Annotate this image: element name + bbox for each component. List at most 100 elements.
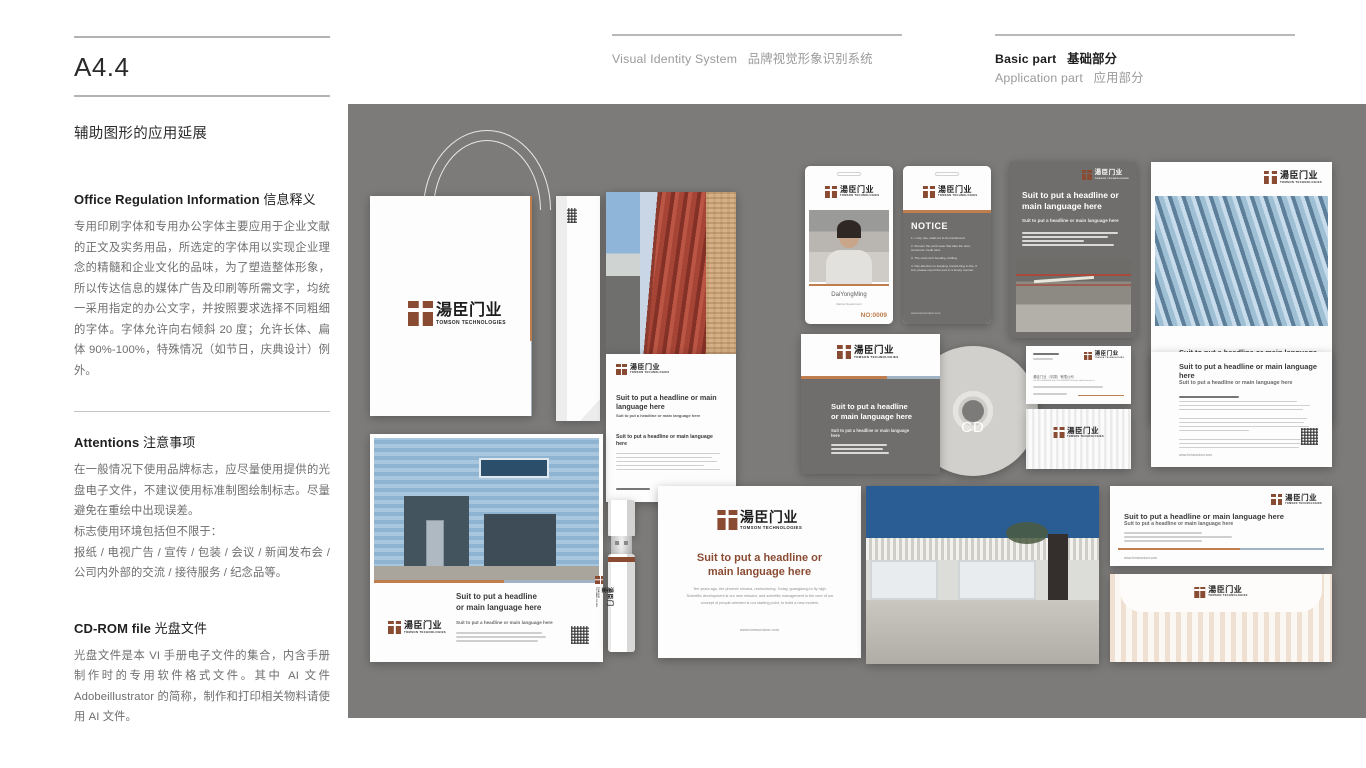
usb-logo: 湯臣门业 TOMSON TECHNOLOGIES xyxy=(595,576,612,607)
logo-mark-icon xyxy=(716,510,737,530)
cd-sleeve: 湯臣门业 TOMSON TECHNOLOGIES Suit to put a h… xyxy=(801,334,940,474)
badge-photo-hair xyxy=(837,220,861,238)
brochure-blue-headline: Suit to put a headline or main language … xyxy=(456,592,542,612)
envelope: 湯臣门业 TOMSON TECHNOLOGIES xyxy=(1110,574,1332,662)
brochure-center-headline-2: main language here xyxy=(707,566,812,578)
nav-group-parts: Basic part 基础部分 Application part 应用部分 xyxy=(995,34,1295,87)
badge-photo-body xyxy=(826,250,872,284)
poster-text-subhead: Suit to put a headline or main language … xyxy=(1179,380,1293,386)
badge-notice-item: 4. Pay attention to keeping, transferrin… xyxy=(911,263,977,273)
block-body-office-text: 专用印刷字体和专用办公字体主要应用于企业文献的正文及实务用品，所选定的字体用以实… xyxy=(74,221,330,377)
narrow-folder-fold xyxy=(556,196,567,421)
id-badge-front: 湯臣门业 TOMSON TECHNOLOGIES DaiYongMing Mar… xyxy=(805,166,893,324)
badge-back-logo: 湯臣门业 TOMSON TECHNOLOGIES xyxy=(923,186,977,198)
brochure-photo-blue-wall xyxy=(374,438,599,580)
envelope-logo: 湯臣门业 TOMSON TECHNOLOGIES xyxy=(1194,586,1247,598)
logo-mark-icon xyxy=(1271,494,1283,505)
letterhead-headline: Suit to put a headline or main language … xyxy=(1124,512,1284,521)
badge-notice-title: NOTICE xyxy=(911,221,949,231)
brochure-blue-wall: 湯臣门业 TOMSON TECHNOLOGIES Suit to put a h… xyxy=(370,434,603,662)
poster-glass-text-panel: Suit to put a headline or main language … xyxy=(1151,352,1332,467)
shopping-bag: 湯臣门业 TOMSON TECHNOLOGIES xyxy=(370,196,532,416)
brochure-blue-accent xyxy=(374,580,504,583)
badge-front-slot xyxy=(837,172,861,176)
logo-name-cn: 湯臣门业 xyxy=(739,509,798,526)
badge-notice-item: 1. I only use, shall not to be transferr… xyxy=(911,236,966,240)
nav-application-part[interactable]: Application part 应用部分 xyxy=(995,68,1144,86)
sidebar-rule-top xyxy=(74,36,330,38)
wall-door-small xyxy=(426,520,444,568)
bag-accent-stripe-blue xyxy=(530,341,532,416)
logo-name-cn: 湯臣门业 xyxy=(1067,426,1100,436)
id-badge-back: 湯臣门业 TOMSON TECHNOLOGIES NOTICE 1. I onl… xyxy=(903,166,991,324)
usb-cap xyxy=(608,500,635,536)
vi-manual-page: Visual Identity System 品牌视觉形象识别系统 Basic … xyxy=(0,0,1366,768)
usb-flash-drive: 湯臣门业 TOMSON TECHNOLOGIES xyxy=(595,500,635,652)
business-card-contact: Tel: 010-00000000 Fax: 010-00000001 E-ma… xyxy=(1033,380,1095,382)
brochure-left-headline: Suit to put a headline or main language … xyxy=(616,393,717,412)
block-heading-cdrom-cn: 光盘文件 xyxy=(154,620,208,636)
brochure-blue-qr-icon xyxy=(571,626,589,644)
logo-name-en: TOMSON TECHNOLOGIES xyxy=(1279,180,1322,185)
cd-sleeve-top: 湯臣门业 TOMSON TECHNOLOGIES xyxy=(801,334,940,376)
cd-sleeve-accent xyxy=(801,376,887,379)
logo-mark-icon xyxy=(1053,427,1065,438)
logo-name-en: TOMSON TECHNOLOGIES xyxy=(739,524,803,530)
photo-red-panel xyxy=(640,192,706,354)
brochure-left-footer-rule xyxy=(616,488,650,490)
logo-name-cn: 湯臣门业 xyxy=(1094,169,1123,177)
badge-website: www.tomsondoor.com xyxy=(911,311,941,315)
brochure-warehouse-headline: Suit to put a headline or main language … xyxy=(1022,190,1119,212)
business-card-front: 湯臣门业 TOMSON TECHNOLOGIES 湯臣门业（中国）有限公司 Te… xyxy=(1026,346,1131,404)
mockup-canvas: 湯臣门业 TOMSON TECHNOLOGIES 湯臣门业 TOMSON TEC… xyxy=(348,104,1366,718)
brochure-blue-accent-2 xyxy=(504,580,599,583)
letterhead-accent xyxy=(1118,547,1240,550)
block-heading-cdrom: CD-ROM file 光盘文件 xyxy=(74,618,330,637)
logo-mark-icon xyxy=(595,576,604,584)
logo-name-en: TOMSON TECHNOLOGIES xyxy=(1094,357,1124,360)
block-heading-attentions: Attentions 注意事项 xyxy=(74,432,330,451)
info-block-attentions: Attentions 注意事项 在一般情况下使用品牌标志，应尽量使用提供的光盘电… xyxy=(74,432,330,583)
brochure-warehouse-body xyxy=(1022,232,1118,248)
brochure-left-logo: 湯臣门业 TOMSON TECHNOLOGIES xyxy=(616,364,726,375)
poster-text-website: www.tomsondoor.com xyxy=(1179,453,1213,457)
logo-name-en: TOMSON TECHNOLOGIES xyxy=(436,320,506,326)
narrow-folder-corner xyxy=(580,399,600,421)
logo-name-en: TOMSON TECHNOLOGIES xyxy=(1285,501,1322,505)
logo-name-en: TOMSON TECHNOLOGIES xyxy=(630,371,670,375)
badge-front-accent xyxy=(809,284,889,286)
usb-accent-stripe xyxy=(608,557,635,562)
brochure-blue-body xyxy=(456,632,546,644)
badge-photo xyxy=(809,210,889,284)
factory-door-2 xyxy=(958,560,1036,600)
nav-app-en: Application part xyxy=(995,71,1083,85)
sidebar: A4.4 辅助图形的应用延展 Office Regulation Informa… xyxy=(74,0,330,768)
cd-sleeve-headline: Suit to put a headline or main language … xyxy=(831,402,913,421)
attentions-para-3: 报纸 / 电视广告 / 宣传 / 包装 / 会议 / 新闻发布会 / 公司内外部… xyxy=(74,546,330,580)
usb-connector xyxy=(611,536,632,554)
brochure-left-body-lines: Suit to put a headline or main language … xyxy=(616,434,726,471)
nav-rule-right xyxy=(995,34,1295,36)
poster-text-qr-icon xyxy=(1301,428,1318,445)
badge-person-name: DaiYongMing xyxy=(831,292,867,298)
logo-mark-icon xyxy=(825,186,837,198)
brochure-a4-left: 湯臣门业 TOMSON TECHNOLOGIES Suit to put a h… xyxy=(606,354,736,502)
brochure-warehouse-photo xyxy=(1016,260,1131,332)
nav-basic-part[interactable]: Basic part 基础部分 xyxy=(995,49,1117,67)
logo-name-cn: 湯臣门业 xyxy=(854,344,895,356)
nav-visual-identity-system[interactable]: Visual Identity System 品牌视觉形象识别系统 xyxy=(612,49,873,67)
shopping-bag-logo: 湯臣门业 TOMSON TECHNOLOGIES xyxy=(408,301,506,326)
block-body-attentions: 在一般情况下使用品牌标志，应尽量使用提供的光盘电子文件，不建议使用标准制图绘制标… xyxy=(74,460,330,583)
business-card-company: 湯臣门业（中国）有限公司 xyxy=(1033,375,1074,379)
factory-door-1 xyxy=(870,560,938,600)
block-heading-attentions-cn: 注意事项 xyxy=(143,435,196,451)
logo-mark-icon xyxy=(837,345,851,359)
logo-name-cn: 湯臣门业 xyxy=(1279,170,1318,181)
block-body-cdrom-text: 光盘文件是本 VI 手册电子文件的集合，内含手册制作时的专用软件格式文件。其中 … xyxy=(74,649,330,724)
badge-notice-item: 2. Present the work wear that take the d… xyxy=(911,243,971,253)
badge-card-no: NO:0009 xyxy=(860,312,887,319)
info-block-office-regulation: Office Regulation Information 信息释义 专用印刷字… xyxy=(74,189,330,381)
letterhead-accent-blue xyxy=(1240,547,1324,550)
badge-front-logo: 湯臣门业 TOMSON TECHNOLOGIES xyxy=(825,186,879,198)
warehouse-beam xyxy=(1016,284,1131,286)
